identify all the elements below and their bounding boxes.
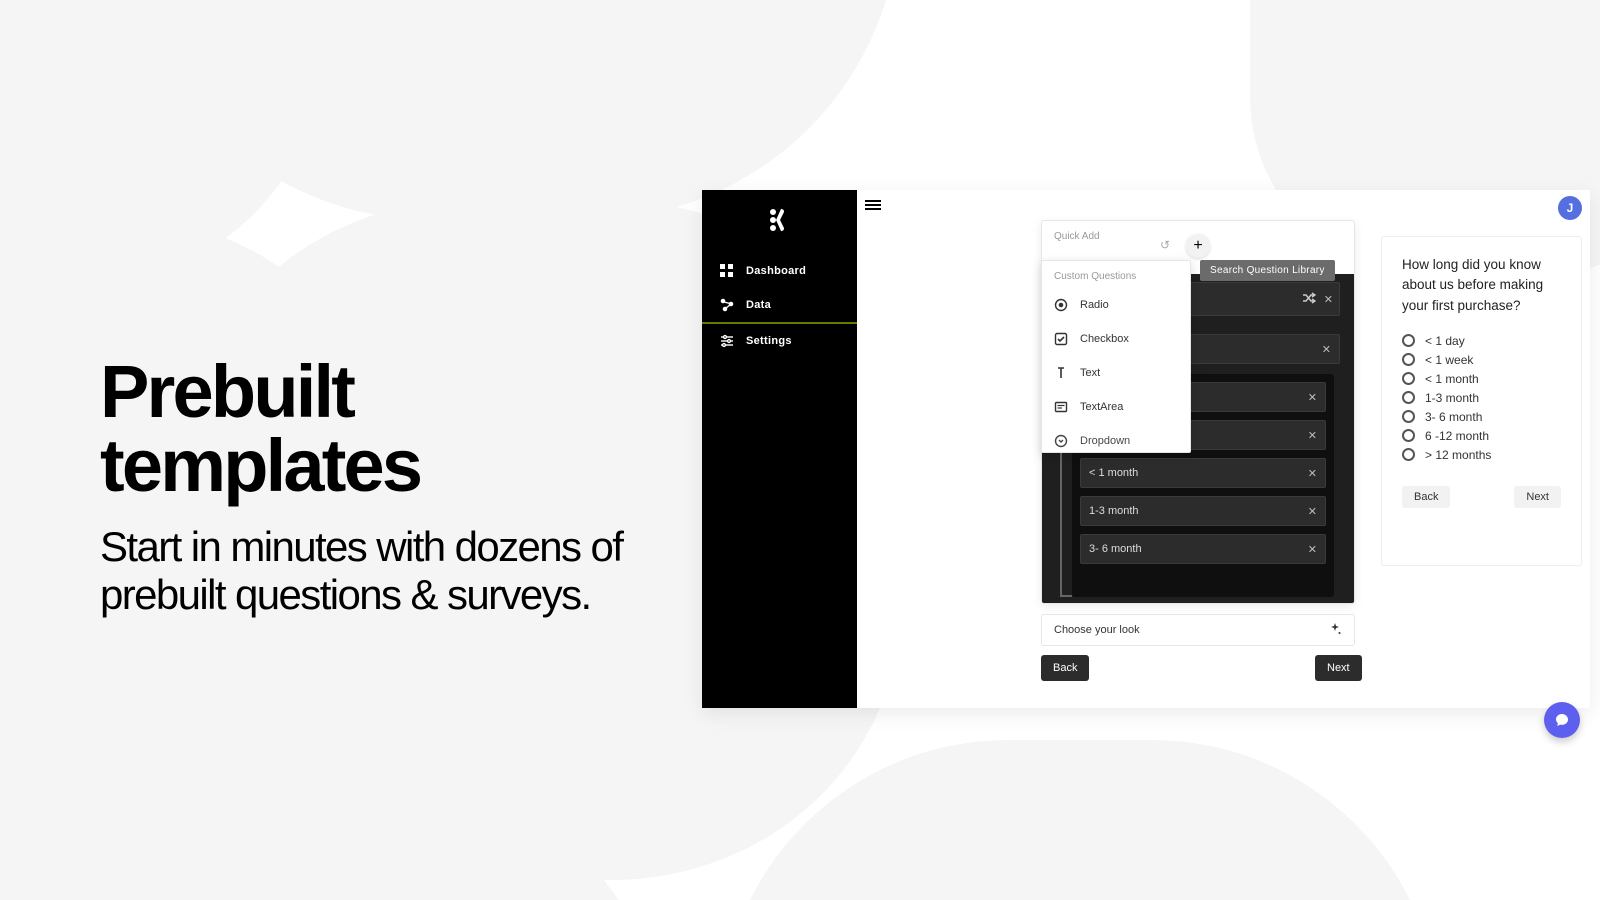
hero-title: Prebuilt templates	[100, 355, 690, 503]
answer-option-input[interactable]: 3- 6 month ✕	[1080, 534, 1326, 564]
answer-option-label: 3- 6 month	[1089, 543, 1142, 555]
preview-question: How long did you know about us before ma…	[1402, 255, 1561, 316]
sidebar-item-label: Dashboard	[746, 265, 806, 277]
hero-subtitle: Start in minutes with dozens of prebuilt…	[100, 523, 690, 620]
preview-option-label: > 12 months	[1425, 448, 1491, 462]
answer-option-input[interactable]: 1-3 month ✕	[1080, 496, 1326, 526]
dashboard-icon	[720, 264, 734, 278]
wizard-back-button[interactable]: Back	[1041, 655, 1089, 681]
radio-icon	[1402, 353, 1415, 366]
delete-option[interactable]: ✕	[1308, 429, 1317, 442]
qtype-radio[interactable]: Radio	[1042, 288, 1190, 322]
qtype-textarea[interactable]: TextArea	[1042, 390, 1190, 424]
radio-icon	[1402, 334, 1415, 347]
choose-look-label: Choose your look	[1054, 624, 1140, 636]
textarea-icon	[1054, 400, 1068, 414]
sidebar-item-dashboard[interactable]: Dashboard	[702, 254, 857, 288]
delete-question-2[interactable]: ✕	[1322, 343, 1331, 356]
qtype-checkbox[interactable]: Checkbox	[1042, 322, 1190, 356]
preview-option[interactable]: > 12 months	[1402, 448, 1561, 462]
wizard-next-button[interactable]: Next	[1315, 655, 1362, 681]
qtype-label: Dropdown	[1080, 435, 1130, 447]
sidebar: Dashboard Data Settings	[702, 190, 857, 708]
qtype-text[interactable]: Text	[1042, 356, 1190, 390]
radio-icon	[1402, 429, 1415, 442]
choose-look-bar[interactable]: Choose your look	[1041, 614, 1355, 646]
shuffle-icon[interactable]	[1302, 291, 1316, 308]
qtype-label: TextArea	[1080, 401, 1123, 413]
qtype-label: Checkbox	[1080, 333, 1129, 345]
preview-option[interactable]: 3- 6 month	[1402, 410, 1561, 424]
radio-icon	[1054, 298, 1068, 312]
undo-icon[interactable]: ↺	[1160, 238, 1170, 252]
preview-option-label: < 1 month	[1425, 372, 1479, 386]
qtype-label: Radio	[1080, 299, 1109, 311]
sliders-icon	[720, 334, 734, 348]
delete-option[interactable]: ✕	[1308, 505, 1317, 518]
qtype-label: Text	[1080, 367, 1100, 379]
checkbox-icon	[1054, 332, 1068, 346]
qtype-dropdown[interactable]: Dropdown	[1042, 424, 1190, 452]
preview-option-label: 6 -12 month	[1425, 429, 1489, 443]
sidebar-item-settings[interactable]: Settings	[702, 324, 857, 358]
chat-fab[interactable]	[1544, 702, 1580, 738]
text-icon	[1054, 366, 1068, 380]
preview-option-label: < 1 week	[1425, 353, 1473, 367]
radio-icon	[1402, 410, 1415, 423]
sidebar-item-label: Settings	[746, 335, 792, 347]
preview-next-button[interactable]: Next	[1514, 486, 1561, 508]
main-area: J Quick Add ↺ + d you first hea ✕	[857, 190, 1590, 708]
data-icon	[720, 298, 734, 312]
brand-logo	[769, 208, 791, 234]
preview-back-button[interactable]: Back	[1402, 486, 1450, 508]
preview-option[interactable]: < 1 week	[1402, 353, 1561, 367]
preview-option[interactable]: 1-3 month	[1402, 391, 1561, 405]
question-type-header: Custom Questions	[1042, 261, 1190, 288]
delete-option[interactable]: ✕	[1308, 467, 1317, 480]
delete-question-1[interactable]: ✕	[1324, 293, 1333, 306]
question-type-menu: Custom Questions Radio Checkbox Text	[1041, 260, 1191, 453]
preview-option-label: < 1 day	[1425, 334, 1465, 348]
preview-option-label: 1-3 month	[1425, 391, 1479, 405]
sidebar-item-data[interactable]: Data	[702, 288, 857, 324]
preview-option[interactable]: < 1 day	[1402, 334, 1561, 348]
sparkle-icon	[1328, 622, 1342, 639]
chat-icon	[1554, 712, 1570, 728]
preview-option[interactable]: 6 -12 month	[1402, 429, 1561, 443]
add-question-button[interactable]: +	[1186, 234, 1210, 258]
delete-option[interactable]: ✕	[1308, 391, 1317, 404]
answer-option-label: < 1 month	[1089, 467, 1138, 479]
radio-icon	[1402, 372, 1415, 385]
radio-icon	[1402, 448, 1415, 461]
user-avatar[interactable]: J	[1558, 196, 1582, 220]
radio-icon	[1402, 391, 1415, 404]
survey-preview: How long did you know about us before ma…	[1381, 236, 1582, 566]
delete-option[interactable]: ✕	[1308, 543, 1317, 556]
app-window: Dashboard Data Settings J Quick Add ↺	[702, 190, 1590, 708]
preview-option[interactable]: < 1 month	[1402, 372, 1561, 386]
answer-option-input[interactable]: < 1 month ✕	[1080, 458, 1326, 488]
answer-option-label: 1-3 month	[1089, 505, 1139, 517]
search-library-tooltip: Search Question Library	[1200, 260, 1335, 281]
dropdown-icon	[1054, 434, 1068, 448]
sidebar-item-label: Data	[746, 299, 771, 311]
hamburger-icon[interactable]	[865, 200, 881, 210]
preview-option-label: 3- 6 month	[1425, 410, 1482, 424]
